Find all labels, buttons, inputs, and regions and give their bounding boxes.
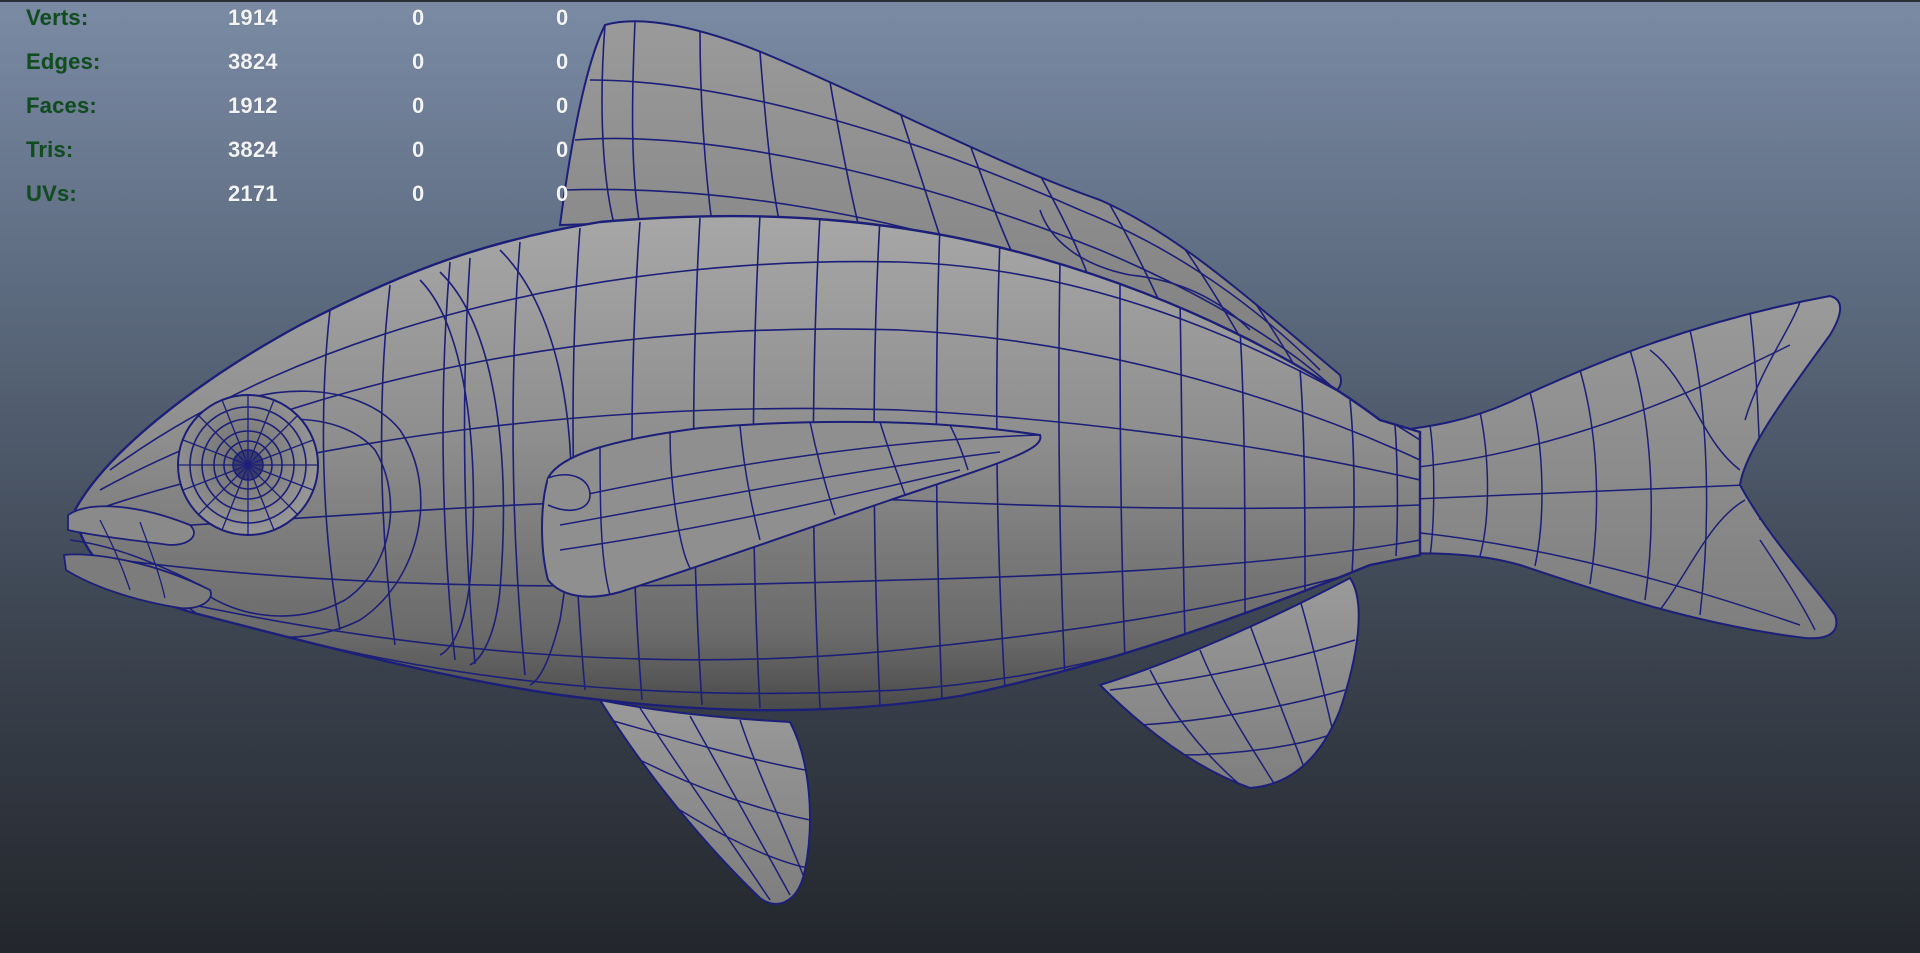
hud-selected: 0	[412, 93, 425, 118]
hud-label: Tris:	[26, 137, 74, 162]
hud-selected-extra: 0	[556, 93, 569, 118]
hud-total: 1914	[228, 5, 278, 30]
hud-label: UVs:	[26, 181, 77, 206]
hud-label: Edges:	[26, 49, 101, 74]
hud-total: 2171	[228, 181, 278, 206]
hud-selected: 0	[412, 49, 425, 74]
hud-selected: 0	[412, 181, 425, 206]
eye	[177, 394, 319, 536]
hud-total: 1912	[228, 93, 278, 118]
hud-selected-extra: 0	[556, 181, 569, 206]
fish-model[interactable]	[0, 0, 1920, 953]
hud-selected: 0	[412, 5, 425, 30]
hud-selected-extra: 0	[556, 137, 569, 162]
hud-total: 3824	[228, 49, 278, 74]
hud-selected-extra: 0	[556, 5, 569, 30]
hud-total: 3824	[228, 137, 278, 162]
hud-selected-extra: 0	[556, 49, 569, 74]
hud-selected: 0	[412, 137, 425, 162]
hud-label: Verts:	[26, 5, 89, 30]
hud-label: Faces:	[26, 93, 97, 118]
caudal-fin	[1379, 294, 1842, 640]
pelvic-fin	[597, 698, 811, 905]
3d-viewport[interactable]: Verts: 1914 0 0 Edges: 3824 0 0 Faces: 1…	[0, 0, 1920, 953]
